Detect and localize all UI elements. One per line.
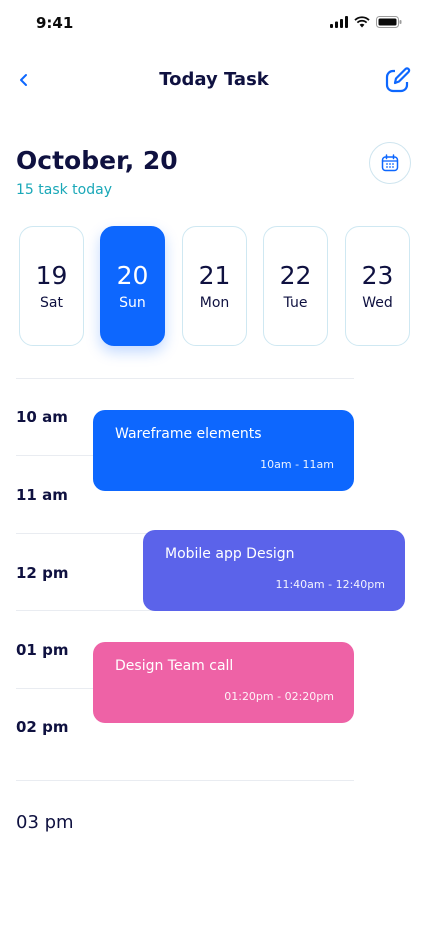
event-card[interactable]: Mobile app Design 11:40am - 12:40pm <box>143 530 405 611</box>
day-card[interactable]: 19 Sat <box>19 226 84 346</box>
page-title: Today Task <box>159 69 269 90</box>
status-time: 9:41 <box>36 14 74 32</box>
time-label: 01 pm <box>16 641 69 659</box>
day-weekday: Sat <box>40 295 63 311</box>
time-label: 03 pm <box>16 812 74 833</box>
event-time: 01:20pm - 02:20pm <box>224 690 334 703</box>
status-icons <box>330 16 402 28</box>
divider <box>16 378 354 379</box>
nav-bar: Today Task <box>0 62 428 102</box>
time-label: 02 pm <box>16 718 69 736</box>
signal-icon <box>330 16 348 28</box>
edit-button[interactable] <box>384 66 412 94</box>
wifi-icon <box>354 16 370 28</box>
event-title: Mobile app Design <box>165 546 295 562</box>
event-title: Design Team call <box>115 658 234 674</box>
day-weekday: Tue <box>283 295 308 311</box>
day-number: 19 <box>35 261 68 290</box>
date-heading: October, 20 <box>16 146 178 175</box>
time-label: 11 am <box>16 486 68 504</box>
calendar-button[interactable] <box>369 142 411 184</box>
edit-icon <box>385 67 412 93</box>
event-title: Wareframe elements <box>115 426 262 442</box>
task-count: 15 task today <box>16 182 112 198</box>
day-number: 20 <box>116 261 149 290</box>
day-number: 22 <box>279 261 312 290</box>
day-weekday: Wed <box>362 295 393 311</box>
day-card-selected[interactable]: 20 Sun <box>100 226 165 346</box>
divider <box>16 780 354 781</box>
day-card[interactable]: 22 Tue <box>263 226 328 346</box>
time-label: 12 pm <box>16 564 69 582</box>
event-card[interactable]: Design Team call 01:20pm - 02:20pm <box>93 642 354 723</box>
day-number: 23 <box>361 261 394 290</box>
time-label: 10 am <box>16 408 68 426</box>
status-bar: 9:41 <box>0 0 428 48</box>
day-number: 21 <box>198 261 231 290</box>
timeline: 10 am 11 am 12 pm 01 pm 02 pm 03 pm Ware… <box>0 378 428 848</box>
day-selector: 19 Sat 20 Sun 21 Mon 22 Tue 23 Wed <box>0 226 428 346</box>
event-time: 10am - 11am <box>260 458 334 471</box>
calendar-icon <box>381 154 399 172</box>
day-card[interactable]: 23 Wed <box>345 226 410 346</box>
battery-icon <box>376 16 402 28</box>
day-weekday: Mon <box>199 295 230 311</box>
event-time: 11:40am - 12:40pm <box>275 578 385 591</box>
day-card[interactable]: 21 Mon <box>182 226 247 346</box>
day-weekday: Sun <box>119 295 146 311</box>
event-card[interactable]: Wareframe elements 10am - 11am <box>93 410 354 491</box>
